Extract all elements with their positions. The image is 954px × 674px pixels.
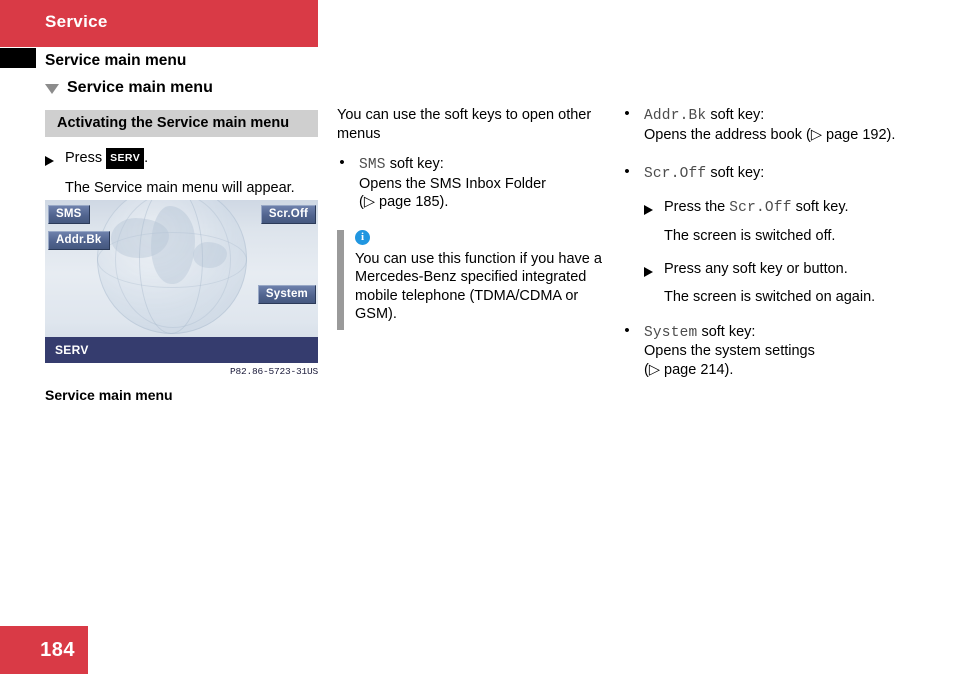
bullet-text: Addr.Bk soft key: Opens the address book… — [644, 106, 912, 144]
globe-landmass — [111, 218, 169, 258]
procedure-step-press: Press SERV. — [45, 147, 320, 169]
globe-watermark-icon — [97, 200, 247, 334]
step-press-prefix: Press — [65, 149, 103, 166]
softkey-suffix: soft key: — [697, 323, 756, 340]
procedure-step-result: The screen is switched off. — [664, 228, 836, 244]
note-side-bar — [337, 229, 344, 330]
bullet-item-sms: • SMS soft key: Opens the SMS Inbox Fold… — [337, 154, 605, 212]
softkey-sms[interactable]: SMS — [48, 205, 90, 224]
middle-column: You can use the soft keys to open other … — [337, 106, 605, 330]
softkey-suffix: soft key: — [385, 156, 444, 172]
subsection-heading: Service main menu — [45, 79, 213, 97]
page-ref-label: page 185 — [379, 194, 440, 210]
serv-key-badge: SERV — [106, 147, 145, 169]
softkey-name-sms: SMS — [359, 157, 386, 173]
page-ref-triangle-icon: ▷ — [648, 361, 660, 378]
step-arrow-icon — [644, 204, 653, 215]
page-ref-close: ). — [886, 126, 896, 143]
bullet-text: Scr.Off soft key: Press the Scr.Off soft… — [644, 164, 912, 307]
page-ref-close: ). — [439, 194, 449, 210]
step-arrow-icon — [644, 266, 653, 277]
bullet-item-system: • System soft key: Opens the system sett… — [622, 321, 912, 380]
bullet-dot-icon: • — [624, 321, 630, 339]
page-ref-triangle-icon: ▷ — [363, 194, 375, 210]
bullet-line-2: Opens the SMS Inbox Folder — [359, 175, 546, 192]
step-suffix: soft key. — [791, 198, 849, 215]
info-icon: i — [355, 229, 370, 245]
screen-status-bar: SERV — [45, 337, 318, 363]
figure-code: P82.86-5723-31US — [229, 366, 318, 377]
screen-background: SMS Addr.Bk Scr.Off System SERV — [45, 200, 318, 363]
page-ref-label: page 214 — [664, 361, 725, 378]
bullet-dot-icon: • — [624, 163, 630, 180]
intro-paragraph: You can use the soft keys to open other … — [337, 107, 592, 142]
softkey-system[interactable]: System — [257, 285, 316, 304]
softkey-scr-off[interactable]: Scr.Off — [260, 205, 316, 224]
head-unit-screen-figure: SMS Addr.Bk Scr.Off System SERV — [45, 200, 318, 363]
chapter-tab-marker — [0, 48, 36, 68]
bullet-text: System soft key: Opens the system settin… — [644, 323, 912, 380]
step-text: Press any soft key or button. — [664, 260, 848, 277]
procedure-step-result: The Service main menu will appear. — [65, 180, 295, 196]
step-press-suffix: . — [144, 149, 149, 166]
bullet-text: SMS soft key: Opens the SMS Inbox Folder… — [359, 155, 605, 212]
bullet-line-2: Opens the system settings — [644, 343, 815, 359]
step-text: Press the Scr.Off soft key. — [664, 198, 912, 218]
softkey-suffix: soft key: — [706, 107, 765, 123]
procedure-step-press-scroff: Press the Scr.Off soft key. — [644, 198, 912, 218]
bullet-item-scr-off: • Scr.Off soft key: Press the Scr.Off so… — [622, 163, 912, 307]
softkey-name-system: System — [644, 324, 698, 341]
bullet-dot-icon: • — [624, 105, 630, 122]
page-ref-label: page 192 — [826, 126, 887, 143]
figure-caption: Service main menu — [45, 387, 173, 403]
step-prefix: Press the — [664, 198, 730, 215]
globe-landmass — [151, 206, 195, 284]
bullet-item-addr-bk: • Addr.Bk soft key: Opens the address bo… — [622, 105, 912, 144]
bullet-dot-icon: • — [339, 154, 345, 171]
procedure-step-press-any: Press any soft key or button. — [644, 260, 912, 279]
bullet-line-2-prefix: Opens the address book ( — [644, 126, 811, 143]
page-ref-close: ). — [724, 361, 734, 378]
softkey-name-inline: Scr.Off — [729, 199, 792, 216]
procedure-step-result: The screen is switched on again. — [664, 289, 876, 305]
info-note: i You can use this function if you have … — [337, 229, 605, 330]
step-arrow-icon — [45, 155, 54, 166]
triangle-down-icon — [45, 84, 59, 94]
header-title: Service — [45, 12, 108, 31]
left-column: Activating the Service main menu Press S… — [45, 110, 320, 198]
right-column: • Addr.Bk soft key: Opens the address bo… — [622, 105, 912, 380]
step-text: Press SERV. — [65, 147, 320, 169]
note-text: You can use this function if you have a … — [355, 250, 602, 323]
softkey-name-addr-bk: Addr.Bk — [644, 108, 707, 124]
softkey-name-scr-off: Scr.Off — [644, 166, 707, 182]
procedure-heading: Activating the Service main menu — [45, 110, 318, 137]
page-ref-triangle-icon: ▷ — [810, 126, 823, 143]
page-title: Service main menu — [45, 52, 187, 69]
softkey-suffix: soft key: — [706, 165, 765, 181]
page-number: 184 — [40, 638, 75, 661]
subsection-heading-label: Service main menu — [67, 79, 213, 96]
softkey-addr-bk[interactable]: Addr.Bk — [48, 231, 110, 250]
